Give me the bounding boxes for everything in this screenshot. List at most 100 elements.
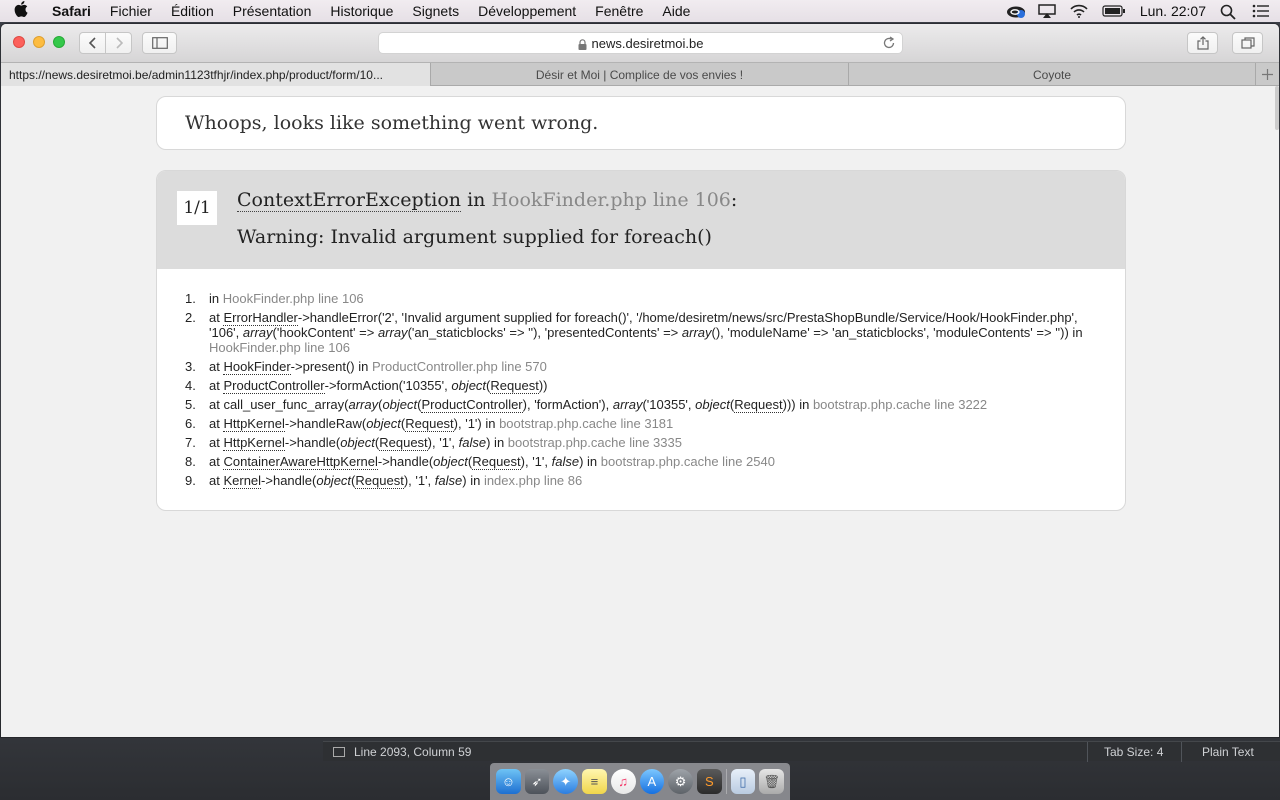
menu-signets[interactable]: Signets [412, 3, 459, 19]
syntax-mode[interactable]: Plain Text [1202, 745, 1254, 759]
trace-number: 7. [185, 435, 196, 450]
spotlight-search-icon[interactable] [1220, 4, 1238, 20]
panel-toggle-icon[interactable] [333, 747, 345, 757]
tab-desir-et-moi[interactable]: Désir et Moi | Complice de vos envies ! [431, 63, 849, 86]
editor-status-bar: Line 2093, Column 59 Tab Size: 4 Plain T… [323, 741, 1280, 762]
trace-number: 2. [185, 310, 196, 325]
menu-developpement[interactable]: Développement [478, 3, 576, 19]
back-button[interactable] [79, 32, 106, 54]
new-tab-button[interactable] [1256, 63, 1278, 85]
menu-fichier[interactable]: Fichier [110, 3, 152, 19]
stack-trace: 1. in HookFinder.php line 106 2. at Erro… [185, 291, 1085, 492]
divider [1087, 742, 1088, 762]
address-text: news.desiretmoi.be [591, 35, 704, 51]
menu-historique[interactable]: Historique [330, 3, 393, 19]
apple-icon[interactable] [14, 1, 34, 21]
trace-row: 4. at ProductController->formAction('103… [185, 378, 1085, 394]
trace-number: 4. [185, 378, 196, 393]
safari-icon[interactable]: ✦ [553, 769, 579, 794]
menu-presentation[interactable]: Présentation [233, 3, 312, 19]
trace-number: 8. [185, 454, 196, 469]
browser-toolbar: news.desiretmoi.be [1, 24, 1279, 62]
tab-label: Désir et Moi | Complice de vos envies ! [535, 67, 744, 82]
exception-class[interactable]: ContextErrorException [237, 189, 462, 212]
dock: ☺ ➶ ✦ ≡ ♫ A ⚙ S ▯ 🗑 [490, 763, 790, 800]
trash-icon[interactable]: 🗑 [759, 769, 785, 794]
trace-number: 1. [185, 291, 196, 306]
menu-fenetre[interactable]: Fenêtre [595, 3, 643, 19]
error-title-box: Whoops, looks like something went wrong. [156, 96, 1126, 150]
sidebar-icon [151, 37, 168, 49]
exception-counter: 1/1 [177, 191, 217, 225]
exception-colon: : [730, 189, 738, 211]
tab-size[interactable]: Tab Size: 4 [1104, 745, 1163, 759]
lock-icon [578, 38, 587, 50]
trace-row: 2. at ErrorHandler->handleError('2', 'In… [185, 310, 1085, 355]
share-button[interactable] [1187, 32, 1218, 54]
notification-center-icon[interactable] [1252, 4, 1270, 18]
trace-text: at HttpKernel->handle(object(Request), '… [209, 435, 682, 451]
trace-row: 9. at Kernel->handle(object(Request), '1… [185, 473, 1085, 489]
close-window-button[interactable] [13, 36, 25, 48]
divider [1181, 742, 1182, 762]
sublime-text-icon[interactable]: S [696, 769, 722, 794]
itunes-icon[interactable]: ♫ [610, 769, 636, 794]
tab-label: Coyote [1032, 67, 1072, 82]
reload-icon[interactable] [882, 36, 896, 50]
tabs-overview-icon [1240, 37, 1255, 49]
finder-icon[interactable]: ☺ [496, 769, 521, 794]
error-title: Whoops, looks like something went wrong. [185, 112, 599, 134]
trace-text: at ContainerAwareHttpKernel->handle(obje… [209, 454, 775, 470]
trace-number: 5. [185, 397, 196, 412]
trace-number: 9. [185, 473, 196, 488]
chevron-left-icon [88, 37, 96, 49]
app-store-icon[interactable]: A [639, 769, 665, 794]
maximize-window-button[interactable] [53, 36, 65, 48]
menu-edition[interactable]: Édition [171, 3, 214, 19]
notes-icon[interactable]: ≡ [582, 769, 607, 794]
trace-row: 7. at HttpKernel->handle(object(Request)… [185, 435, 1085, 451]
exception-location: HookFinder.php line 106 [491, 189, 731, 211]
trace-text: at ErrorHandler->handleError('2', 'Inval… [209, 310, 1083, 355]
creative-cloud-icon[interactable] [1006, 4, 1025, 18]
trace-row: 6. at HttpKernel->handleRaw(object(Reque… [185, 416, 1085, 432]
trace-number: 3. [185, 359, 196, 374]
tab-admin-product[interactable]: https://news.desiretmoi.be/admin1123tfhj… [1, 63, 431, 86]
dock-divider [725, 769, 727, 794]
scrollbar[interactable] [1275, 86, 1279, 130]
system-preferences-icon[interactable]: ⚙ [668, 769, 693, 794]
launchpad-icon[interactable]: ➶ [524, 769, 550, 794]
plus-icon [1261, 68, 1273, 80]
exception-in: in [467, 189, 486, 211]
trace-row: 8. at ContainerAwareHttpKernel->handle(o… [185, 454, 1085, 470]
documents-folder-icon[interactable]: ▯ [730, 769, 756, 794]
show-all-tabs-button[interactable] [1232, 32, 1263, 54]
wifi-icon[interactable] [1070, 4, 1088, 18]
forward-button[interactable] [105, 32, 132, 54]
battery-icon[interactable] [1102, 4, 1126, 18]
minimize-window-button[interactable] [33, 36, 45, 48]
share-icon [1196, 36, 1209, 50]
cursor-position: Line 2093, Column 59 [354, 745, 472, 759]
airplay-icon[interactable] [1038, 4, 1056, 18]
menu-app-name[interactable]: Safari [52, 3, 91, 19]
safari-window: news.desiretmoi.be https://news.desiretm… [1, 24, 1279, 737]
exception-header: 1/1 ContextErrorException in HookFinder.… [157, 171, 1125, 269]
address-bar[interactable]: news.desiretmoi.be [378, 32, 903, 54]
tab-bar: https://news.desiretmoi.be/admin1123tfhj… [1, 62, 1279, 86]
trace-row: 1. in HookFinder.php line 106 [185, 291, 1085, 306]
trace-number: 6. [185, 416, 196, 431]
menu-bar: Safari Fichier Édition Présentation Hist… [0, 0, 1280, 22]
menu-clock[interactable]: Lun. 22:07 [1140, 3, 1206, 19]
exception-title: ContextErrorException in HookFinder.php … [237, 189, 738, 212]
chevron-right-icon [115, 37, 123, 49]
trace-text: at ProductController->formAction('10355'… [209, 378, 548, 394]
trace-text: in HookFinder.php line 106 [209, 291, 364, 306]
menu-aide[interactable]: Aide [662, 3, 690, 19]
trace-text: at call_user_func_array(array(object(Pro… [209, 397, 988, 413]
trace-row: 5. at call_user_func_array(array(object(… [185, 397, 1085, 413]
tab-coyote[interactable]: Coyote [849, 63, 1256, 86]
status-menus: Lun. 22:07 [1006, 0, 1270, 22]
trace-text: at HookFinder->present() in ProductContr… [209, 359, 547, 375]
sidebar-toggle-button[interactable] [142, 32, 177, 54]
